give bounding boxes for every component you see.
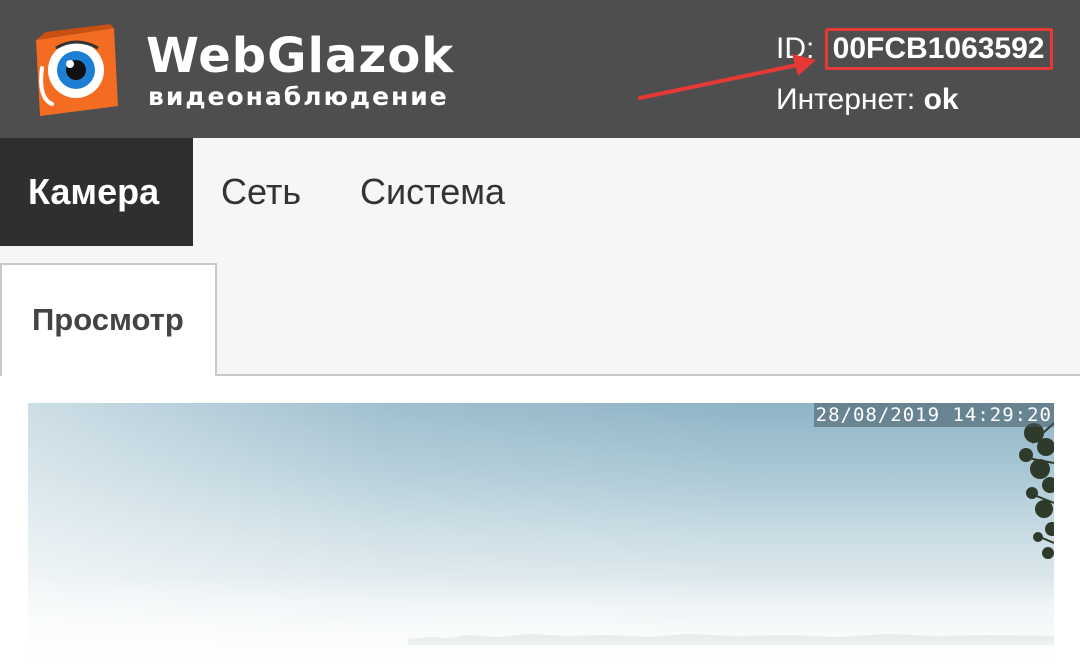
- internet-status-value: ok: [923, 83, 959, 116]
- internet-status-line: Интернет: ok: [776, 82, 959, 118]
- video-timestamp: 28/08/2019 14:29:20: [813, 403, 1054, 427]
- nav-item-system[interactable]: Система: [360, 138, 505, 246]
- nav-item-network[interactable]: Сеть: [221, 138, 301, 246]
- brand-name: WebGlazok: [146, 28, 455, 84]
- internet-status-label: Интернет:: [776, 83, 924, 116]
- brand: WebGlazok видеонаблюдение: [146, 28, 454, 110]
- eye-logo-icon: [36, 24, 118, 116]
- tree-branches: [1019, 422, 1054, 559]
- camera-video-preview[interactable]: 28/08/2019 14:29:20: [28, 403, 1054, 667]
- nav-item-camera[interactable]: Камера: [0, 138, 193, 246]
- sub-tabs: Просмотр: [0, 246, 1080, 376]
- tab-preview[interactable]: Просмотр: [0, 263, 217, 376]
- main-nav: Камера Сеть Система: [0, 138, 1080, 246]
- video-bottom-fade: [28, 577, 1054, 667]
- brand-subtitle: видеонаблюдение: [148, 82, 449, 111]
- device-id-value: 00FCB1063592: [824, 28, 1053, 70]
- header-bar: WebGlazok видеонаблюдение ID: 00FCB10635…: [0, 0, 1080, 138]
